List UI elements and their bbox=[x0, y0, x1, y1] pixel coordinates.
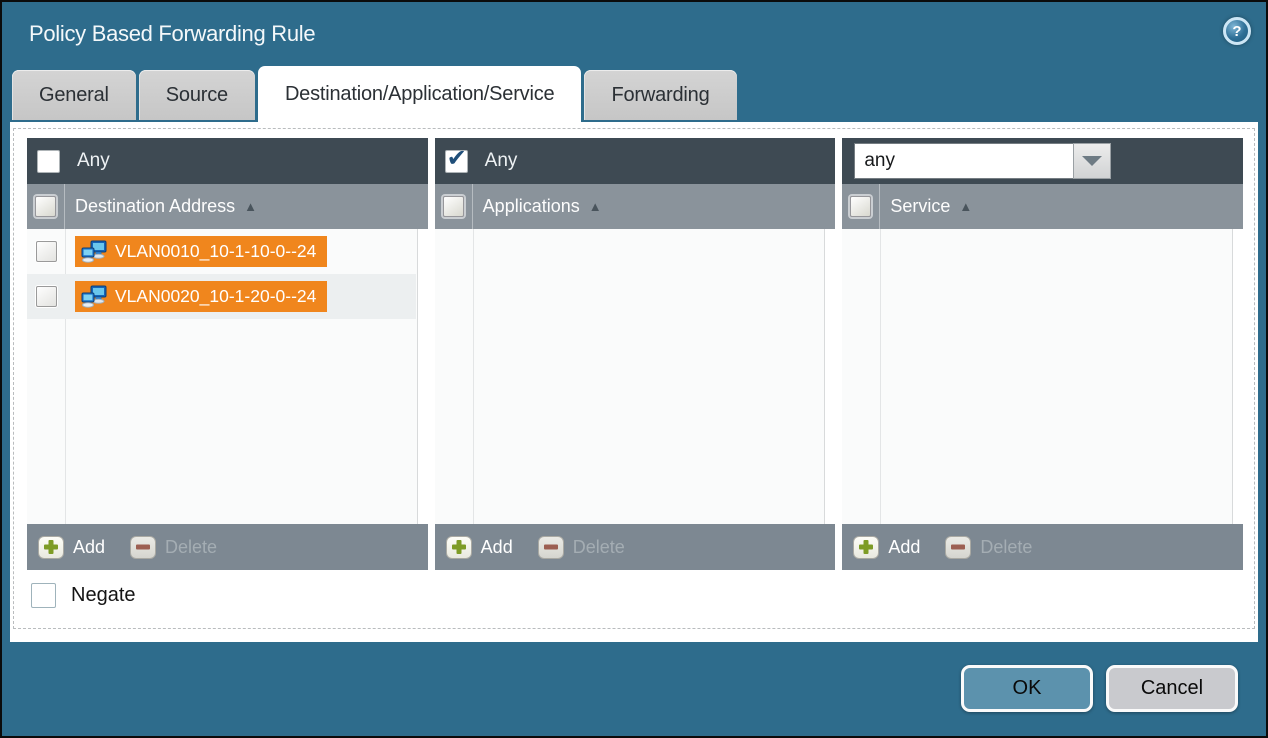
negate-row: Negate bbox=[31, 583, 136, 608]
applications-any-label: Any bbox=[485, 150, 518, 172]
service-column: any Service ▲ bbox=[842, 138, 1243, 570]
help-glyph: ? bbox=[1232, 23, 1241, 40]
plus-icon bbox=[853, 536, 879, 559]
destination-column-header-row: Destination Address ▲ bbox=[27, 184, 428, 229]
plus-icon bbox=[446, 536, 472, 559]
cancel-button[interactable]: Cancel bbox=[1106, 665, 1238, 712]
tab-general[interactable]: General bbox=[12, 70, 136, 120]
tab-destination-application-service[interactable]: Destination/Application/Service bbox=[258, 66, 582, 122]
destination-row-1-checkbox[interactable] bbox=[36, 241, 57, 262]
policy-based-forwarding-dialog: Policy Based Forwarding Rule ? General S… bbox=[0, 0, 1268, 738]
service-delete-button[interactable]: Delete bbox=[945, 536, 1032, 559]
service-list bbox=[842, 229, 1243, 524]
sort-asc-icon: ▲ bbox=[589, 199, 602, 214]
sort-asc-icon: ▲ bbox=[244, 199, 257, 214]
applications-delete-button[interactable]: Delete bbox=[538, 536, 625, 559]
applications-select-all-checkbox[interactable] bbox=[443, 196, 464, 217]
applications-add-button[interactable]: Add bbox=[446, 536, 513, 559]
dialog-button-bar: OK Cancel bbox=[961, 665, 1238, 712]
negate-label: Negate bbox=[71, 584, 136, 607]
tab-bar: General Source Destination/Application/S… bbox=[12, 66, 740, 122]
dropdown-arrow-button[interactable] bbox=[1073, 143, 1111, 179]
scrollbar-track[interactable] bbox=[824, 229, 835, 524]
minus-icon bbox=[538, 536, 564, 559]
destination-row-2-checkbox[interactable] bbox=[36, 286, 57, 307]
destination-select-all-checkbox[interactable] bbox=[35, 196, 56, 217]
address-object-icon bbox=[81, 240, 108, 263]
destination-address-column: Any Destination Address ▲ bbox=[27, 138, 428, 570]
applications-column-header-row: Applications ▲ bbox=[435, 184, 836, 229]
scrollbar-track[interactable] bbox=[1232, 229, 1243, 524]
destination-row-1[interactable]: VLAN0010_10-1-10-0--24 bbox=[27, 229, 428, 274]
applications-column-header[interactable]: Applications bbox=[483, 196, 580, 217]
destination-row-2[interactable]: VLAN0020_10-1-20-0--24 bbox=[27, 274, 416, 319]
applications-any-checkbox[interactable] bbox=[445, 150, 468, 173]
destination-toolbar: Add Delete bbox=[27, 524, 428, 570]
service-toolbar: Add Delete bbox=[842, 524, 1243, 570]
negate-checkbox[interactable] bbox=[31, 583, 56, 608]
selector-columns: Any Destination Address ▲ bbox=[27, 138, 1243, 570]
applications-list bbox=[435, 229, 836, 524]
service-dropdown-value[interactable]: any bbox=[854, 143, 1073, 179]
address-object-chip[interactable]: VLAN0020_10-1-20-0--24 bbox=[75, 281, 327, 312]
address-object-chip[interactable]: VLAN0010_10-1-10-0--24 bbox=[75, 236, 327, 267]
service-select-all-checkbox[interactable] bbox=[850, 196, 871, 217]
destination-any-bar: Any bbox=[27, 138, 428, 184]
destination-any-checkbox[interactable] bbox=[37, 150, 60, 173]
destination-column-header[interactable]: Destination Address bbox=[75, 196, 235, 217]
applications-toolbar: Add Delete bbox=[435, 524, 836, 570]
address-object-icon bbox=[81, 285, 108, 308]
dialog-title: Policy Based Forwarding Rule bbox=[2, 21, 315, 47]
applications-column: Any Applications ▲ Add bbox=[435, 138, 836, 570]
address-object-label: VLAN0020_10-1-20-0--24 bbox=[115, 286, 316, 307]
applications-any-bar: Any bbox=[435, 138, 836, 184]
scrollbar-track[interactable] bbox=[417, 229, 428, 524]
destination-add-button[interactable]: Add bbox=[38, 536, 105, 559]
service-dropdown[interactable]: any bbox=[854, 143, 1111, 179]
service-column-header-row: Service ▲ bbox=[842, 184, 1243, 229]
chevron-down-icon bbox=[1082, 156, 1102, 166]
destination-delete-button[interactable]: Delete bbox=[130, 536, 217, 559]
ok-button[interactable]: OK bbox=[961, 665, 1093, 712]
service-add-button[interactable]: Add bbox=[853, 536, 920, 559]
tab-panel-destination-application-service: Any Destination Address ▲ bbox=[10, 122, 1258, 642]
plus-icon bbox=[38, 536, 64, 559]
minus-icon bbox=[130, 536, 156, 559]
minus-icon bbox=[945, 536, 971, 559]
help-icon[interactable]: ? bbox=[1223, 17, 1251, 45]
destination-list: VLAN0010_10-1-10-0--24 bbox=[27, 229, 428, 524]
address-object-label: VLAN0010_10-1-10-0--24 bbox=[115, 241, 316, 262]
destination-any-label: Any bbox=[77, 150, 110, 172]
service-column-header[interactable]: Service bbox=[890, 196, 950, 217]
sort-asc-icon: ▲ bbox=[959, 199, 972, 214]
tab-forwarding[interactable]: Forwarding bbox=[584, 70, 736, 120]
service-dropdown-bar: any bbox=[842, 138, 1243, 184]
dialog-titlebar: Policy Based Forwarding Rule ? bbox=[2, 2, 1266, 66]
tab-source[interactable]: Source bbox=[139, 70, 255, 120]
